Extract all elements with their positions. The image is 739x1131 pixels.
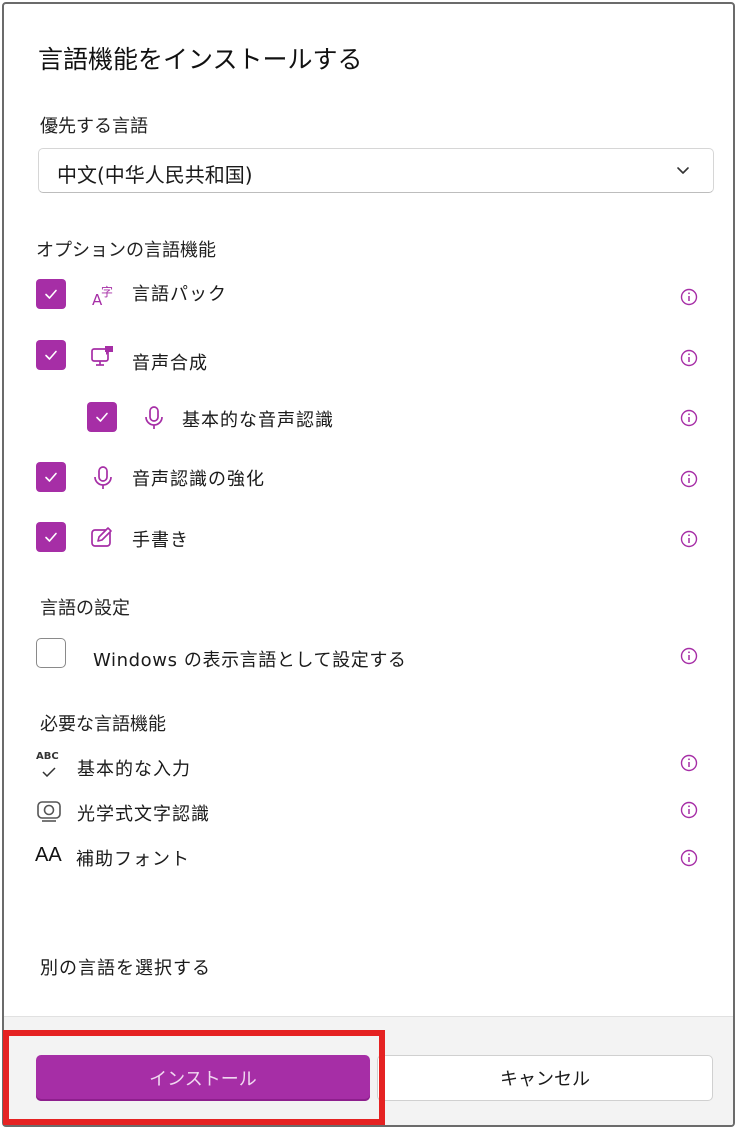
handwriting-icon — [91, 527, 112, 547]
preferred-language-label: 優先する言語 — [40, 116, 148, 137]
microphone-icon — [145, 406, 163, 429]
enhanced-speech-recognition-checkbox[interactable] — [36, 462, 66, 492]
language-settings-label: 言語の設定 — [40, 598, 130, 619]
required-features-label: 必要な言語機能 — [40, 714, 166, 735]
dialog-title: 言語機能をインストールする — [38, 45, 363, 74]
handwriting-checkbox[interactable] — [36, 522, 66, 552]
info-icon[interactable] — [680, 349, 698, 367]
checkmark-icon — [45, 350, 57, 360]
display-language-checkbox[interactable] — [36, 638, 66, 668]
language-pack-icon: A 字 — [92, 284, 113, 309]
chevron-down-icon — [677, 167, 689, 174]
ocr-label: 光学式文字認識 — [77, 804, 210, 825]
checkmark-icon — [45, 289, 57, 299]
basic-typing-label: 基本的な入力 — [77, 759, 191, 780]
info-icon[interactable] — [680, 754, 698, 772]
checkmark-icon — [45, 532, 57, 542]
install-language-features-dialog: 言語機能をインストールする 優先する言語 中文(中华人民共和国) オプションの言… — [2, 2, 735, 1127]
info-icon[interactable] — [680, 288, 698, 306]
language-pack-label: 言語パック — [132, 284, 227, 305]
text-to-speech-label: 音声合成 — [132, 353, 208, 374]
preferred-language-dropdown[interactable]: 中文(中华人民共和国) — [38, 148, 714, 193]
abc-check-icon: ABC — [36, 752, 62, 778]
info-icon[interactable] — [680, 470, 698, 488]
ocr-camera-icon — [37, 801, 61, 822]
display-language-label: Windows の表示言語として設定する — [93, 650, 407, 671]
choose-other-language-link[interactable]: 別の言語を選択する — [40, 954, 211, 980]
info-icon[interactable] — [680, 530, 698, 548]
enhanced-speech-recognition-label: 音声認識の強化 — [132, 469, 265, 490]
svg-text:字: 字 — [101, 284, 113, 299]
checkmark-icon — [96, 412, 108, 422]
text-to-speech-checkbox[interactable] — [36, 340, 66, 370]
info-icon[interactable] — [680, 801, 698, 819]
basic-speech-recognition-label: 基本的な音声認識 — [182, 410, 334, 431]
optional-features-label: オプションの言語機能 — [36, 240, 216, 261]
handwriting-label: 手書き — [132, 530, 189, 551]
info-icon[interactable] — [680, 849, 698, 867]
text-to-speech-icon — [91, 346, 113, 366]
preferred-language-value: 中文(中华人民共和国) — [57, 163, 253, 187]
info-icon[interactable] — [680, 409, 698, 427]
info-icon[interactable] — [680, 647, 698, 665]
microphone-icon — [94, 466, 112, 489]
font-aa-icon: AA — [35, 844, 62, 866]
install-button[interactable]: インストール — [36, 1055, 370, 1101]
supplemental-fonts-label: 補助フォント — [76, 849, 190, 870]
checkmark-icon — [45, 472, 57, 482]
basic-speech-recognition-checkbox[interactable] — [87, 402, 117, 432]
language-pack-checkbox[interactable] — [36, 279, 66, 309]
cancel-button[interactable]: キャンセル — [377, 1055, 713, 1101]
